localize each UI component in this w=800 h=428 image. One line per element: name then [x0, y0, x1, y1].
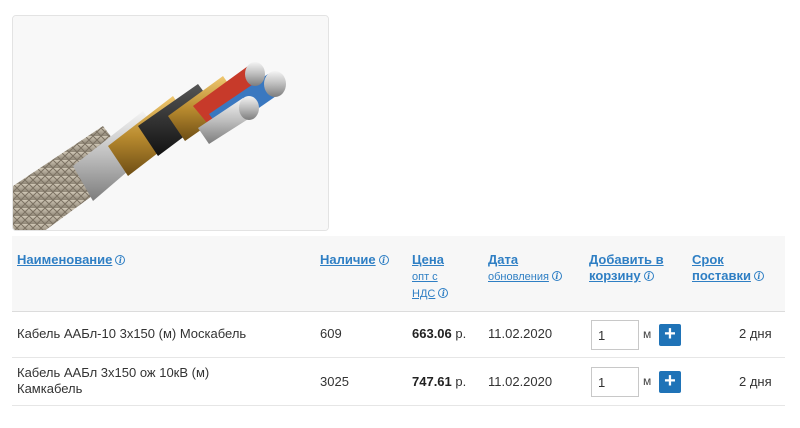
add-to-cart-button[interactable]: + [659, 324, 681, 346]
delivery-time: 2 дня [739, 326, 772, 341]
add-to-cart-button[interactable]: + [659, 371, 681, 393]
info-icon[interactable]: i [378, 255, 389, 265]
header-price-link[interactable]: Цена [412, 252, 482, 268]
header-date-link[interactable]: Дата [488, 252, 588, 268]
unit-label: м [643, 327, 652, 341]
product-name[interactable]: Кабель ААБл-10 3х150 (м) Москабель [17, 326, 307, 342]
header-date[interactable]: Дата обновления i [488, 252, 588, 285]
price-value: 663.06 р. [412, 326, 467, 341]
header-stock[interactable]: Наличие i [320, 252, 389, 268]
quantity-input[interactable] [591, 320, 639, 350]
table-header: Наименование i Наличие i Цена опт с НДС i Д… [12, 236, 785, 312]
info-icon[interactable]: i [643, 271, 654, 281]
product-name[interactable]: Кабель ААБл 3х150 ож 10кВ (м) Камкабель [17, 365, 277, 397]
info-icon[interactable]: i [115, 255, 126, 265]
stock-value: 3025 [320, 374, 349, 389]
info-icon[interactable]: i [438, 288, 449, 298]
quantity-input[interactable] [591, 367, 639, 397]
header-price[interactable]: Цена опт с НДС i [412, 252, 482, 302]
cable-illustration [13, 16, 328, 230]
update-date: 11.02.2020 [488, 374, 553, 389]
table-row: Кабель ААБл-10 3х150 (м) Москабель 609 6… [12, 312, 785, 358]
info-icon[interactable]: i [753, 271, 764, 281]
header-delivery-link[interactable]: Срок поставки [692, 252, 751, 283]
header-stock-link[interactable]: Наличие [320, 252, 376, 267]
stock-value: 609 [320, 326, 342, 341]
price-table: Наименование i Наличие i Цена опт с НДС i Д… [12, 236, 785, 406]
delivery-time: 2 дня [739, 374, 772, 389]
header-date-sub[interactable]: обновления [488, 271, 549, 283]
header-price-sub[interactable]: опт с НДС [412, 271, 438, 300]
price-value: 747.61 р. [412, 374, 467, 389]
header-cart[interactable]: Добавить в корзину i [589, 252, 689, 284]
update-date: 11.02.2020 [488, 326, 553, 341]
header-delivery[interactable]: Срок поставки i [692, 252, 784, 284]
header-name[interactable]: Наименование i [17, 252, 126, 268]
header-name-link[interactable]: Наименование [17, 252, 112, 267]
product-image [12, 15, 329, 231]
table-row: Кабель ААБл 3х150 ож 10кВ (м) Камкабель … [12, 358, 785, 406]
info-icon[interactable]: i [551, 271, 562, 281]
unit-label: м [643, 374, 652, 388]
